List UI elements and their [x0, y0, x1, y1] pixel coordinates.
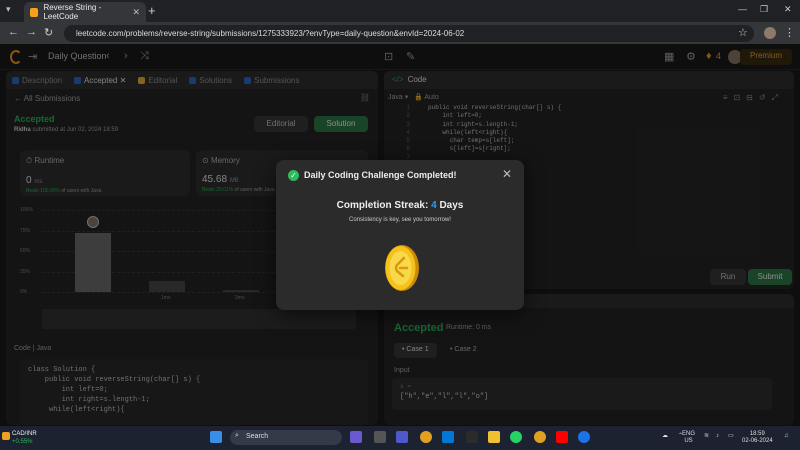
modal-title: Daily Coding Challenge Completed!	[304, 170, 457, 180]
new-tab-icon[interactable]: +	[148, 3, 156, 18]
reload-icon[interactable]: ↻	[44, 26, 53, 39]
browser-tab-title: Reverse String - LeetCode	[43, 3, 102, 21]
check-circle-icon: ✓	[288, 170, 299, 181]
back-icon[interactable]: ←	[8, 26, 19, 38]
completion-streak: Completion Streak: 4 Days	[336, 200, 464, 211]
wifi-icon[interactable]: ≋	[704, 433, 709, 440]
bookmark-star-icon[interactable]: ☆	[738, 26, 748, 39]
profile-avatar[interactable]	[764, 27, 776, 39]
close-tab-icon[interactable]: ✕	[132, 7, 140, 18]
minimize-icon[interactable]: —	[738, 4, 747, 14]
notifications-icon[interactable]: ♫	[784, 433, 789, 440]
tab-search-icon[interactable]: ▾	[6, 4, 18, 16]
chrome-profile-icon[interactable]	[534, 431, 546, 443]
youtube-icon[interactable]	[556, 431, 568, 443]
vscode-icon[interactable]	[442, 431, 454, 443]
taskbar-search[interactable]: ⌕ Search	[230, 430, 342, 445]
teams-icon[interactable]	[396, 431, 408, 443]
weather-icon[interactable]: ☁	[662, 433, 668, 440]
browser-toolbar: ← → ↻ leetcode.com/problems/reverse-stri…	[0, 22, 800, 44]
address-bar[interactable]: leetcode.com/problems/reverse-string/sub…	[64, 25, 754, 42]
task-view-icon[interactable]	[374, 431, 386, 443]
clock[interactable]: 18:59 02-06-2024	[742, 431, 773, 445]
whatsapp-icon[interactable]	[510, 431, 522, 443]
gold-coin-icon	[385, 245, 419, 291]
leetcode-favicon-icon	[30, 7, 39, 17]
app-icon-2[interactable]	[578, 431, 590, 443]
battery-icon[interactable]: ▭	[728, 433, 734, 440]
chrome-icon[interactable]	[420, 431, 432, 443]
notion-icon[interactable]	[466, 431, 478, 443]
browser-tab-active[interactable]: Reverse String - LeetCode ✕	[24, 2, 146, 22]
maximize-icon[interactable]: ❐	[760, 4, 768, 15]
forward-icon[interactable]: →	[26, 26, 37, 38]
stock-widget[interactable]: CAD/INR +0.55%	[12, 430, 37, 446]
windows-start-icon[interactable]	[210, 431, 222, 443]
modal-close-icon[interactable]: ✕	[502, 167, 512, 181]
search-icon: ⌕	[235, 432, 239, 439]
stock-widget-icon	[2, 432, 10, 440]
file-explorer-icon[interactable]	[488, 431, 500, 443]
modal-subtitle: Consistency is key, see you tomorrow!	[349, 217, 451, 223]
volume-icon[interactable]: ♪	[716, 433, 719, 440]
daily-challenge-modal: ✓ Daily Coding Challenge Completed! ✕ Co…	[276, 160, 524, 310]
language-indicator[interactable]: ENG US	[682, 431, 695, 445]
windows-taskbar: CAD/INR +0.55% ⌕ Search ☁ ⌃ ENG US ≋ ♪ ▭ …	[0, 426, 800, 450]
app-icon[interactable]	[350, 431, 362, 443]
browser-tabstrip: ▾ Reverse String - LeetCode ✕ + — ❐ ✕	[0, 0, 800, 22]
close-window-icon[interactable]: ✕	[784, 4, 792, 15]
browser-menu-icon[interactable]: ⋮	[784, 26, 795, 39]
url-text: leetcode.com/problems/reverse-string/sub…	[76, 29, 465, 38]
